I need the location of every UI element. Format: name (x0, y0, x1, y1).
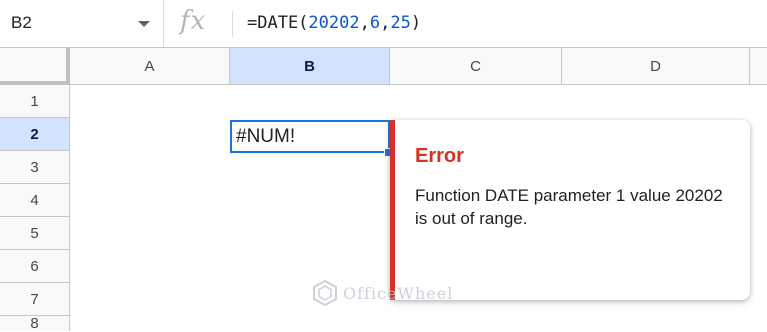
formula-prefix: =DATE( (247, 13, 309, 33)
formula-sep1: , (359, 13, 370, 33)
active-cell-b2[interactable]: #NUM! (230, 120, 390, 153)
cell-value: #NUM! (236, 126, 296, 147)
formula-arg2: 6 (369, 13, 381, 33)
error-stripe (390, 120, 395, 300)
row-header-6[interactable]: 6 (0, 250, 70, 283)
watermark: OfficeWheel (312, 280, 453, 306)
formula-input[interactable]: =DATE(20202,6,25) (247, 13, 421, 33)
chevron-down-icon[interactable] (138, 21, 150, 27)
row-header-8[interactable]: 8 (0, 315, 70, 332)
row-header-1[interactable]: 1 (0, 85, 70, 118)
formula-arg1: 20202 (308, 13, 360, 33)
fx-icon: fx (180, 6, 207, 36)
name-box-value[interactable]: B2 (11, 13, 32, 33)
row-header-7[interactable]: 7 (0, 283, 70, 316)
row-header-4[interactable]: 4 (0, 184, 70, 217)
logo-icon (313, 280, 337, 306)
column-header-d[interactable]: D (562, 48, 750, 85)
error-title: Error (415, 145, 464, 167)
row-header-2[interactable]: 2 (0, 118, 70, 151)
formula-sep2: , (380, 13, 391, 33)
watermark-text: OfficeWheel (343, 283, 454, 303)
formula-suffix: ) (410, 13, 422, 33)
formula-divider (232, 11, 233, 37)
error-tooltip: Error Function DATE parameter 1 value 20… (390, 120, 750, 300)
column-header-a[interactable]: A (70, 48, 230, 85)
column-header-b[interactable]: B (230, 48, 390, 85)
row-header-3[interactable]: 3 (0, 151, 70, 184)
error-message: Function DATE parameter 1 value 20202 is… (415, 186, 723, 228)
column-header-next[interactable] (750, 48, 767, 85)
formula-bar: B2 fx =DATE(20202,6,25) (0, 0, 767, 48)
name-box[interactable]: B2 (0, 0, 164, 47)
row-header-5[interactable]: 5 (0, 217, 70, 250)
column-header-c[interactable]: C (390, 48, 562, 85)
select-all-corner[interactable] (0, 48, 70, 85)
formula-arg3: 25 (390, 13, 411, 33)
